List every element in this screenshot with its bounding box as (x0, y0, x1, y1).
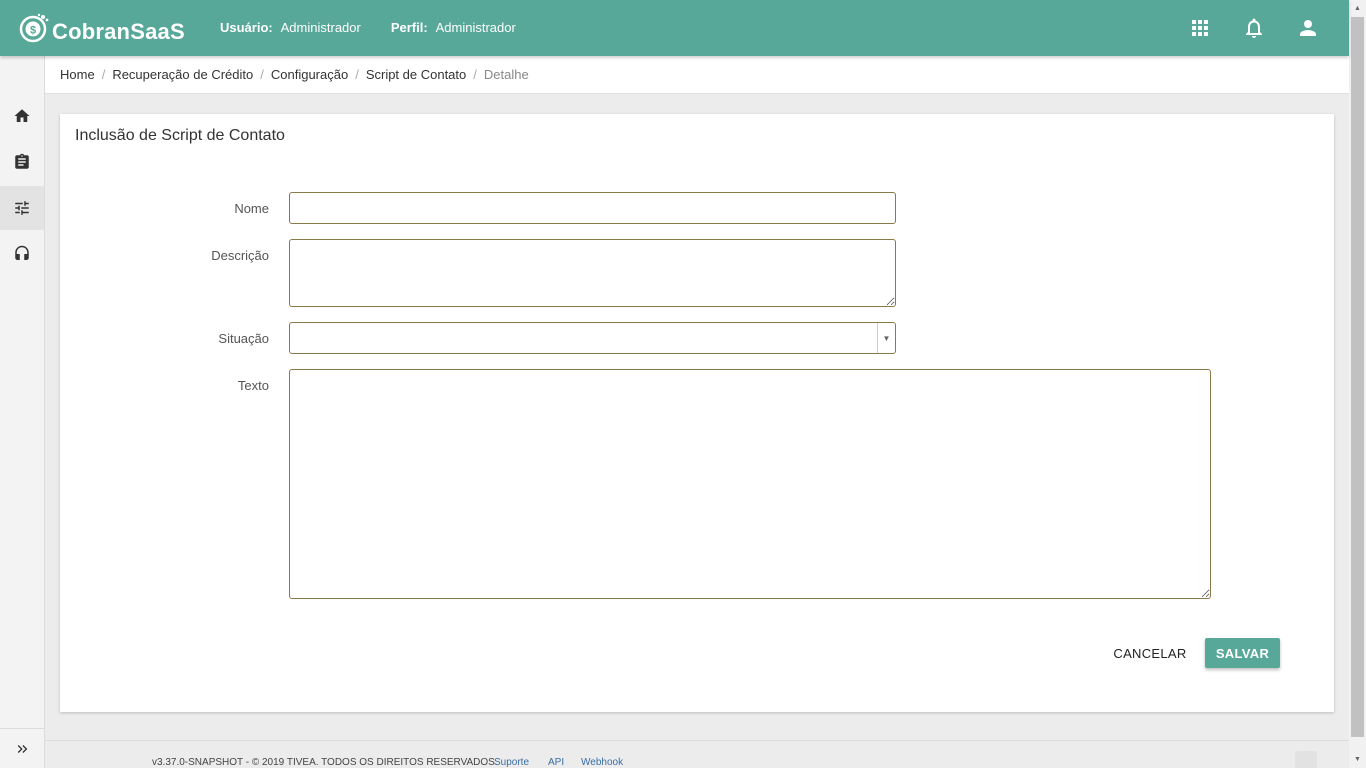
vertical-scrollbar[interactable]: ▲ ▼ (1349, 0, 1366, 768)
cancel-button[interactable]: CANCELAR (1106, 638, 1194, 668)
user-icon[interactable] (1296, 16, 1320, 40)
page-title: Inclusão de Script de Contato (75, 127, 285, 144)
form-card: Inclusão de Script de Contato Nome Descr… (60, 114, 1334, 712)
scroll-down-icon[interactable]: ▼ (1349, 751, 1366, 768)
sidebar-item-clipboard[interactable] (0, 140, 44, 184)
breadcrumb-separator: / (473, 67, 477, 82)
breadcrumb-script-contato[interactable]: Script de Contato (366, 67, 466, 82)
clipboard-icon (15, 153, 29, 169)
sidebar-expand-button[interactable] (0, 728, 44, 768)
user-info: Usuário: Administrador Perfil: Administr… (220, 20, 546, 35)
bell-icon[interactable] (1242, 16, 1266, 40)
sliders-icon (15, 201, 29, 215)
apps-grid-icon[interactable] (1188, 16, 1212, 40)
chevron-down-icon[interactable]: ▼ (877, 323, 895, 353)
footer-link-webhook[interactable]: Webhook (581, 757, 623, 768)
user-value: Administrador (280, 20, 361, 35)
brand-name: CobranSaaS (52, 18, 185, 44)
home-icon (14, 109, 30, 122)
breadcrumb-separator: / (355, 67, 359, 82)
scrollbar-thumb[interactable] (1351, 17, 1364, 737)
headset-icon (15, 245, 29, 260)
brand-logo[interactable]: $ CobranSaaS (18, 10, 185, 46)
breadcrumb-home[interactable]: Home (60, 67, 95, 82)
save-button[interactable]: SALVAR (1205, 638, 1280, 668)
descricao-textarea[interactable] (289, 239, 896, 307)
footer-link-suporte[interactable]: Suporte (494, 757, 529, 768)
situacao-select[interactable]: ▼ (289, 322, 896, 354)
sidebar-item-home[interactable] (0, 94, 44, 138)
footer: v3.37.0-SNAPSHOT - © 2019 TIVEA. TODOS O… (45, 740, 1349, 768)
top-header: $ CobranSaaS Usuário: Administrador Perf… (0, 0, 1349, 56)
breadcrumb-configuracao[interactable]: Configuração (271, 67, 348, 82)
sidebar-item-configuration[interactable] (0, 186, 44, 230)
situacao-label: Situação (218, 331, 269, 346)
svg-text:$: $ (30, 25, 36, 37)
sidebar (0, 56, 45, 768)
footer-link-api[interactable]: API (548, 757, 564, 768)
breadcrumb-detalhe: Detalhe (483, 67, 529, 82)
footer-logo-icon (1295, 751, 1317, 768)
profile-value: Administrador (435, 20, 516, 35)
profile-label: Perfil: (390, 20, 428, 35)
scroll-up-icon[interactable]: ▲ (1349, 0, 1366, 17)
nome-label: Nome (234, 201, 269, 216)
descricao-label: Descrição (211, 248, 269, 263)
sidebar-item-support[interactable] (0, 232, 44, 276)
nome-input[interactable] (289, 192, 896, 224)
user-label: Usuário: (220, 20, 273, 35)
logo-coin-icon: $ (19, 13, 49, 43)
breadcrumb-recuperacao[interactable]: Recuperação de Crédito (112, 67, 253, 82)
breadcrumb-separator: / (260, 67, 264, 82)
footer-copyright: v3.37.0-SNAPSHOT - © 2019 TIVEA. TODOS O… (152, 757, 498, 768)
breadcrumb: Home / Recuperação de Crédito / Configur… (45, 56, 1349, 94)
texto-textarea[interactable] (289, 369, 1211, 599)
breadcrumb-separator: / (101, 67, 106, 82)
texto-label: Texto (237, 378, 269, 393)
double-chevron-right-icon (17, 744, 28, 753)
